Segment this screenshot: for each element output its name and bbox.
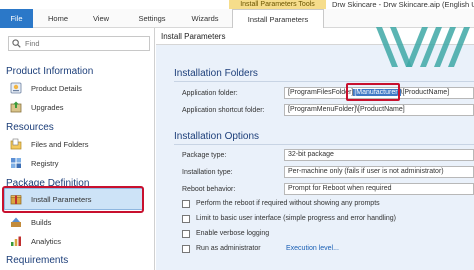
checkbox-basic-ui[interactable]: Limit to basic user interface (simple pr…	[182, 215, 462, 225]
reboot-behavior-label: Reboot behavior:	[182, 186, 236, 193]
checkbox-verbose-logging[interactable]: Enable verbose logging	[182, 230, 382, 240]
installation-folders-heading: Installation Folders	[174, 68, 258, 79]
sidebar-item-label: Files and Folders	[31, 140, 89, 149]
brand-logo-icon	[376, 27, 470, 67]
sidebar-item-label: Builds	[31, 218, 52, 227]
sidebar-item-builds[interactable]: Builds	[10, 215, 150, 231]
annotation-highlight-box	[2, 186, 144, 213]
reboot-behavior-select[interactable]: Prompt for Reboot when required	[284, 183, 474, 195]
execution-level-link[interactable]: Execution level...	[286, 245, 339, 252]
annotation-highlight-box	[346, 83, 400, 101]
installation-type-label: Installation type:	[182, 169, 233, 176]
sidebar-item-registry[interactable]: Registry	[10, 156, 150, 172]
context-tab-group-label: Install Parameters Tools	[240, 1, 315, 8]
checkbox-box[interactable]	[182, 230, 190, 238]
tab-view[interactable]: View	[86, 9, 116, 28]
checkbox-box[interactable]	[182, 200, 190, 208]
checkbox-run-as-admin[interactable]: Run as administrator	[182, 245, 282, 255]
search-box[interactable]	[8, 36, 150, 51]
sidebar-item-analytics[interactable]: Analytics	[10, 234, 150, 250]
tab-install-parameters[interactable]: Install Parameters	[232, 9, 324, 29]
section-requirements: Requirements	[6, 255, 69, 266]
builds-icon	[11, 217, 21, 227]
folder-suffix: \[ProductName]	[400, 89, 450, 96]
sidebar-item-label: Upgrades	[31, 103, 64, 112]
folder-prefix: [ProgramFilesFolder]	[288, 89, 354, 96]
sidebar-item-label: Registry	[31, 159, 59, 168]
section-divider	[174, 81, 474, 82]
upgrades-icon	[10, 101, 22, 113]
package-type-label: Package type:	[182, 152, 227, 159]
checkbox-silent-reboot[interactable]: Perform the reboot if required without s…	[182, 200, 462, 210]
sidebar-item-upgrades[interactable]: Upgrades	[10, 100, 150, 116]
checkbox-label: Enable verbose logging	[196, 230, 270, 237]
sidebar-item-label: Product Details	[31, 84, 82, 93]
product-details-icon	[10, 82, 22, 94]
section-product-information: Product Information	[6, 66, 94, 77]
tab-file[interactable]: File	[0, 9, 33, 28]
checkbox-label: Limit to basic user interface (simple pr…	[196, 215, 396, 222]
page-body: Installation Folders Application folder:…	[156, 45, 474, 270]
installation-options-heading: Installation Options	[174, 131, 260, 142]
sidebar-item-files-and-folders[interactable]: Files and Folders	[10, 137, 150, 153]
files-and-folders-icon	[10, 138, 22, 150]
checkbox-label: Perform the reboot if required without s…	[196, 200, 380, 207]
analytics-icon	[11, 236, 21, 246]
shortcut-folder-label: Application shortcut folder:	[182, 107, 265, 114]
shortcut-folder-field[interactable]: [ProgramMenuFolder]\[ProductName]	[284, 104, 474, 116]
package-type-select[interactable]: 32-bit package	[284, 149, 474, 161]
installation-type-select[interactable]: Per-machine only (fails if user is not a…	[284, 166, 474, 178]
checkbox-label: Run as administrator	[196, 245, 261, 252]
application-folder-label: Application folder:	[182, 90, 238, 97]
tab-settings[interactable]: Settings	[132, 9, 172, 28]
checkbox-box[interactable]	[182, 245, 190, 253]
registry-icon	[11, 158, 21, 168]
sidebar-item-product-details[interactable]: Product Details	[10, 81, 150, 97]
sidebar-item-label: Analytics	[31, 237, 62, 246]
search-icon	[12, 39, 21, 48]
checkbox-box[interactable]	[182, 215, 190, 223]
navigation-pane: Product Information Product Details Upgr…	[0, 28, 155, 270]
tab-wizards[interactable]: Wizards	[185, 9, 225, 28]
tab-home[interactable]: Home	[40, 9, 76, 28]
section-resources: Resources	[6, 122, 54, 133]
search-input[interactable]	[25, 37, 145, 50]
section-divider	[174, 144, 474, 145]
